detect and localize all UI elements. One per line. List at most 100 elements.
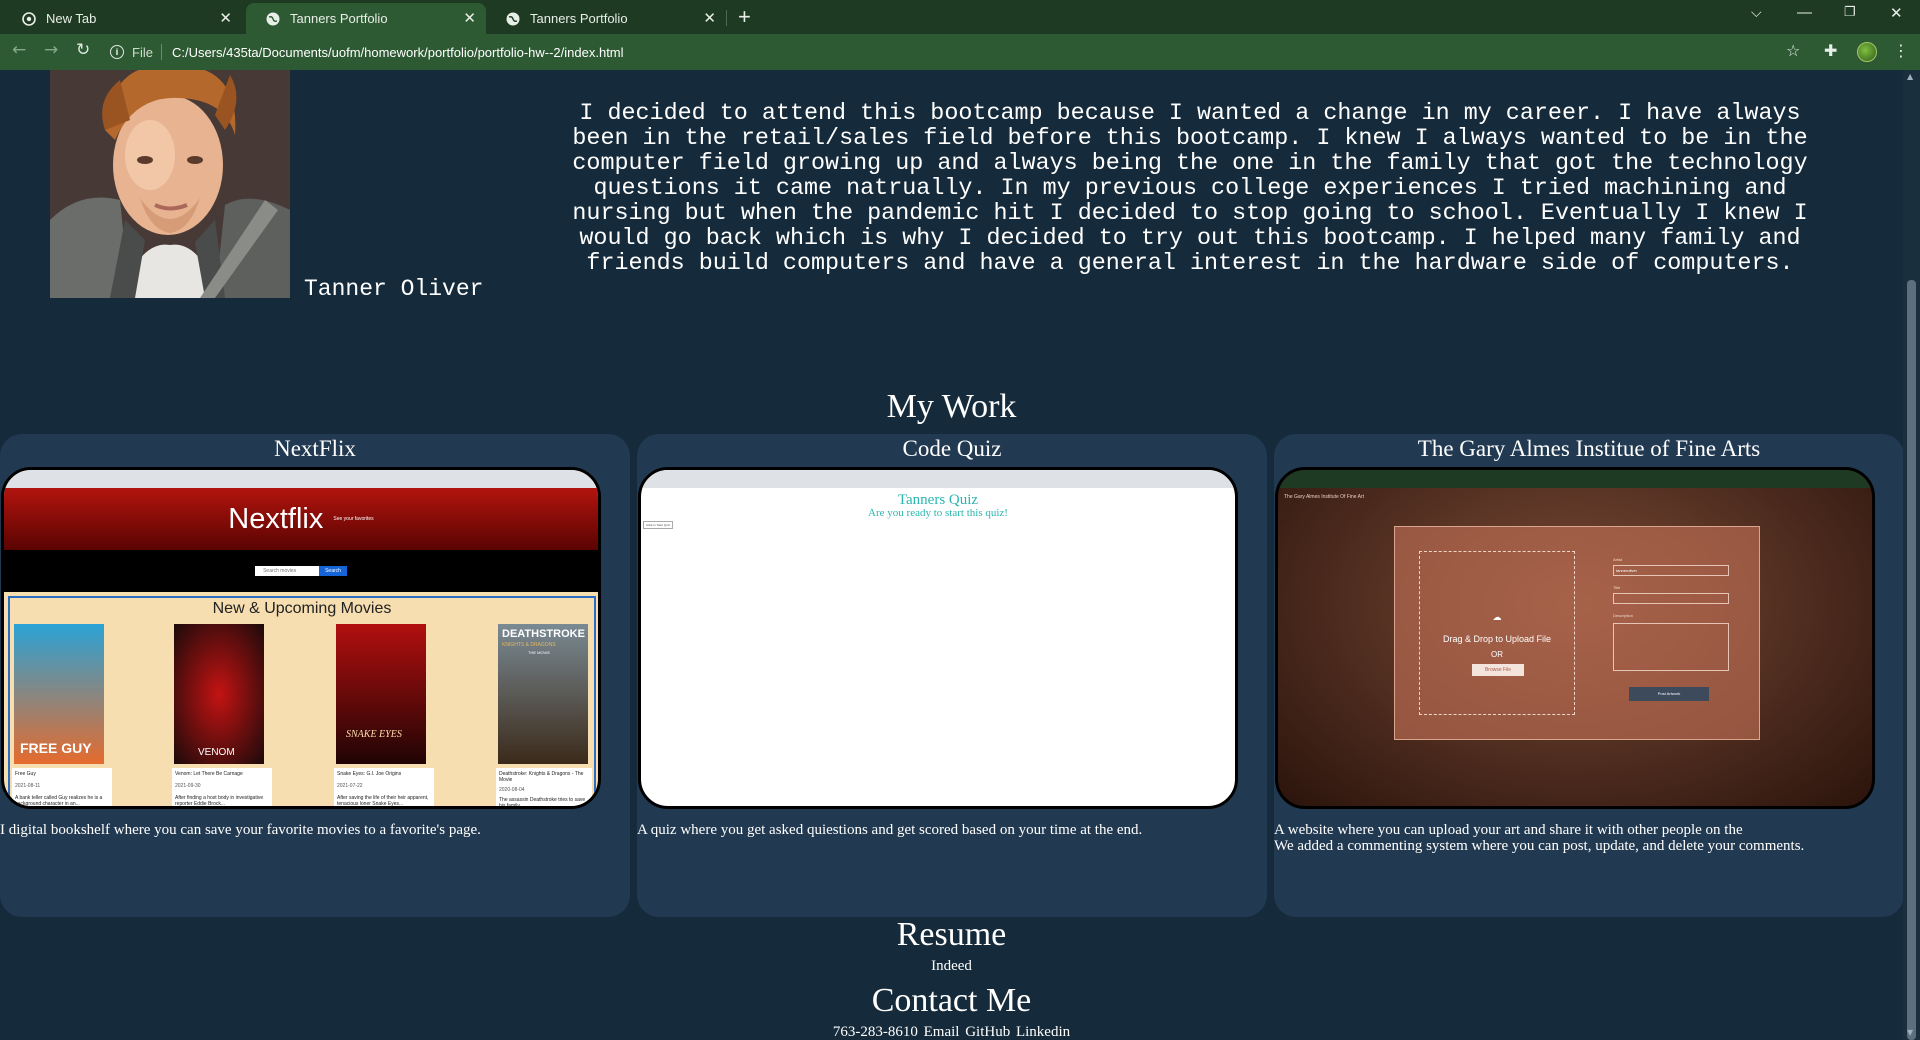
project-title: NextFlix [274, 436, 356, 461]
title-input [1613, 593, 1729, 604]
nextflix-movie-section: New & Upcoming Movies FREE GUY VENOM SNA… [8, 596, 596, 809]
poster-subtitle: KNIGHTS & DRAGONS [502, 642, 556, 648]
movie-card-text: Venom: Let There Be Carnage 2021-09-30 A… [172, 768, 272, 807]
nextflix-search-input: Search movies [255, 566, 320, 576]
bookmark-star-icon[interactable]: ☆ [1786, 41, 1800, 60]
about-me-text: I decided to attend this bootcamp becaus… [572, 101, 1808, 277]
poster-title: VENOM [198, 747, 235, 758]
screenshot-browser-bar [4, 470, 598, 488]
nextflix-brand: Nextflix [228, 502, 324, 535]
scroll-thumb[interactable] [1907, 280, 1916, 1040]
resume-heading: Resume [896, 916, 1007, 953]
description-textarea [1613, 623, 1729, 671]
project-description: A website where you can upload your art … [1274, 822, 1903, 854]
project-screenshot-nextflix[interactable]: Nextflix See your favorites Search movie… [1, 467, 601, 809]
tab-title: Tanners Portfolio [530, 11, 628, 26]
back-arrow-icon[interactable]: ← [12, 40, 26, 60]
project-card-gary-almes: The Gary Almes Institue of Fine Arts The… [1274, 434, 1903, 917]
movie-poster: DEATHSTROKE KNIGHTS & DRAGONS THE MOVIE [498, 624, 588, 764]
artist-label: Artist [1613, 557, 1623, 562]
address-url[interactable]: C:/Users/435ta/Documents/uofm/homework/p… [172, 45, 624, 60]
contact-heading: Contact Me [871, 982, 1032, 1019]
nextflix-header: Nextflix See your favorites [4, 488, 598, 550]
tab-search-chevron-icon[interactable]: ⌵ [1751, 4, 1762, 21]
contact-linkedin-link[interactable]: Linkedin [1016, 1024, 1070, 1040]
poster-tag: THE MOVIE [528, 650, 551, 655]
project-card-code-quiz: Code Quiz Tanners Quiz Are you ready to … [637, 434, 1267, 917]
resume-indeed-link[interactable]: Indeed [0, 958, 1903, 975]
movie-blurb: The assassin Deathstroke tries to save h… [499, 797, 586, 809]
movie-blurb: After saving the life of their heir appa… [337, 795, 429, 807]
project-description-line: We added a commenting system where you c… [1274, 838, 1805, 854]
movie-title: Snake Eyes: G.I. Joe Origins [337, 771, 402, 777]
tab-tanners-portfolio[interactable]: Tanners Portfolio ✕ [486, 3, 726, 34]
chrome-icon [22, 11, 36, 26]
artist-input: tanneroliver [1613, 565, 1729, 576]
close-icon[interactable]: ✕ [219, 9, 232, 27]
restore-icon[interactable]: ❐ [1844, 4, 1856, 20]
minimize-icon[interactable]: — [1797, 4, 1812, 21]
movie-date: 2021-09-30 [175, 783, 201, 789]
project-description: A quiz where you get asked quiestions an… [637, 822, 1143, 838]
close-window-icon[interactable]: ✕ [1890, 4, 1903, 22]
description-label: Description [1613, 613, 1634, 618]
movie-title: Free Guy [15, 771, 36, 777]
project-screenshot-code-quiz[interactable]: Tanners Quiz Are you ready to start this… [638, 467, 1238, 809]
close-icon[interactable]: ✕ [463, 9, 476, 27]
profile-name: Tanner Oliver [304, 276, 484, 302]
contact-github-link[interactable]: GitHub [965, 1024, 1010, 1040]
movie-card-text: Free Guy 2021-08-11 A bank teller called… [12, 768, 112, 807]
movie-title: Deathstroke: Knights & Dragons - The Mov… [499, 771, 584, 783]
project-title: Code Quiz [902, 436, 1002, 461]
tab-new-tab[interactable]: New Tab ✕ [2, 3, 242, 34]
movie-date: 2020-08-04 [499, 787, 525, 793]
tab-title: New Tab [46, 11, 97, 26]
quiz-subheading: Are you ready to start this quiz! [868, 507, 1008, 519]
close-icon[interactable]: ✕ [703, 9, 716, 27]
reload-icon[interactable]: ↻ [76, 40, 90, 60]
upload-cloud-icon: ☁ [1492, 612, 1502, 622]
menu-kebab-icon[interactable]: ⋮ [1893, 41, 1909, 60]
quiz-start-button: Click to Start Quiz [643, 521, 674, 529]
poster-title: SNAKE EYES [346, 729, 402, 740]
project-description-line: A website where you can upload your art … [1274, 822, 1743, 838]
address-bar[interactable]: i File C:/Users/435ta/Documents/uofm/hom… [110, 39, 1810, 65]
screenshot-browser-bar [1278, 470, 1872, 488]
poster-title: FREE GUY [20, 740, 92, 756]
page-scrollbar[interactable]: ▲ ▼ [1903, 70, 1920, 1040]
contact-email-link[interactable]: Email [924, 1024, 960, 1040]
contact-links: 763-283-8610 Email GitHub Linkedin [0, 1024, 1903, 1040]
upload-form: ☁ Drag & Drop to Upload File OR Browse F… [1394, 526, 1760, 740]
profile-photo [50, 70, 290, 298]
new-tab-button[interactable]: + [738, 4, 751, 30]
tab-tanners-portfolio-active[interactable]: Tanners Portfolio ✕ [246, 3, 486, 34]
tab-strip: New Tab ✕ Tanners Portfolio ✕ Tanners Po… [0, 0, 1920, 34]
address-divider [160, 44, 162, 60]
nextflix-tagline: See your favorites [333, 516, 374, 522]
info-icon[interactable]: i [110, 45, 124, 59]
scroll-up-icon[interactable]: ▲ [1907, 72, 1913, 81]
profile-avatar[interactable] [1857, 42, 1877, 62]
nextflix-search-button: Search [319, 566, 347, 576]
project-title: The Gary Almes Institue of Fine Arts [1417, 436, 1761, 461]
my-work-heading: My Work [886, 388, 1017, 425]
extensions-puzzle-icon[interactable]: ✚ [1824, 41, 1837, 60]
movie-date: 2021-07-22 [337, 783, 363, 789]
movie-blurb: A bank teller called Guy realizes he is … [15, 795, 103, 807]
or-text: OR [1491, 650, 1503, 659]
drop-text: Drag & Drop to Upload File [1442, 634, 1552, 644]
title-label: Title [1613, 585, 1621, 590]
browser-toolbar: ← → ↻ i File C:/Users/435ta/Documents/uo… [0, 34, 1920, 70]
movie-poster: SNAKE EYES [336, 624, 426, 764]
drop-zone: ☁ Drag & Drop to Upload File OR Browse F… [1419, 551, 1575, 715]
project-screenshot-gary-almes[interactable]: The Gary Almes Institute Of Fine Art ☁ D… [1275, 467, 1875, 809]
nextflix-search-bar: Search movies Search [4, 550, 598, 592]
movie-poster: FREE GUY [14, 624, 104, 764]
scroll-down-icon[interactable]: ▼ [1907, 1028, 1913, 1037]
tab-title: Tanners Portfolio [290, 11, 388, 26]
movie-blurb: After finding a host body in investigati… [175, 795, 264, 807]
globe-icon [266, 12, 280, 25]
project-card-nextflix: NextFlix Nextflix See your favorites Sea… [0, 434, 630, 917]
forward-arrow-icon[interactable]: → [44, 40, 58, 60]
movie-title: Venom: Let There Be Carnage [175, 771, 243, 777]
